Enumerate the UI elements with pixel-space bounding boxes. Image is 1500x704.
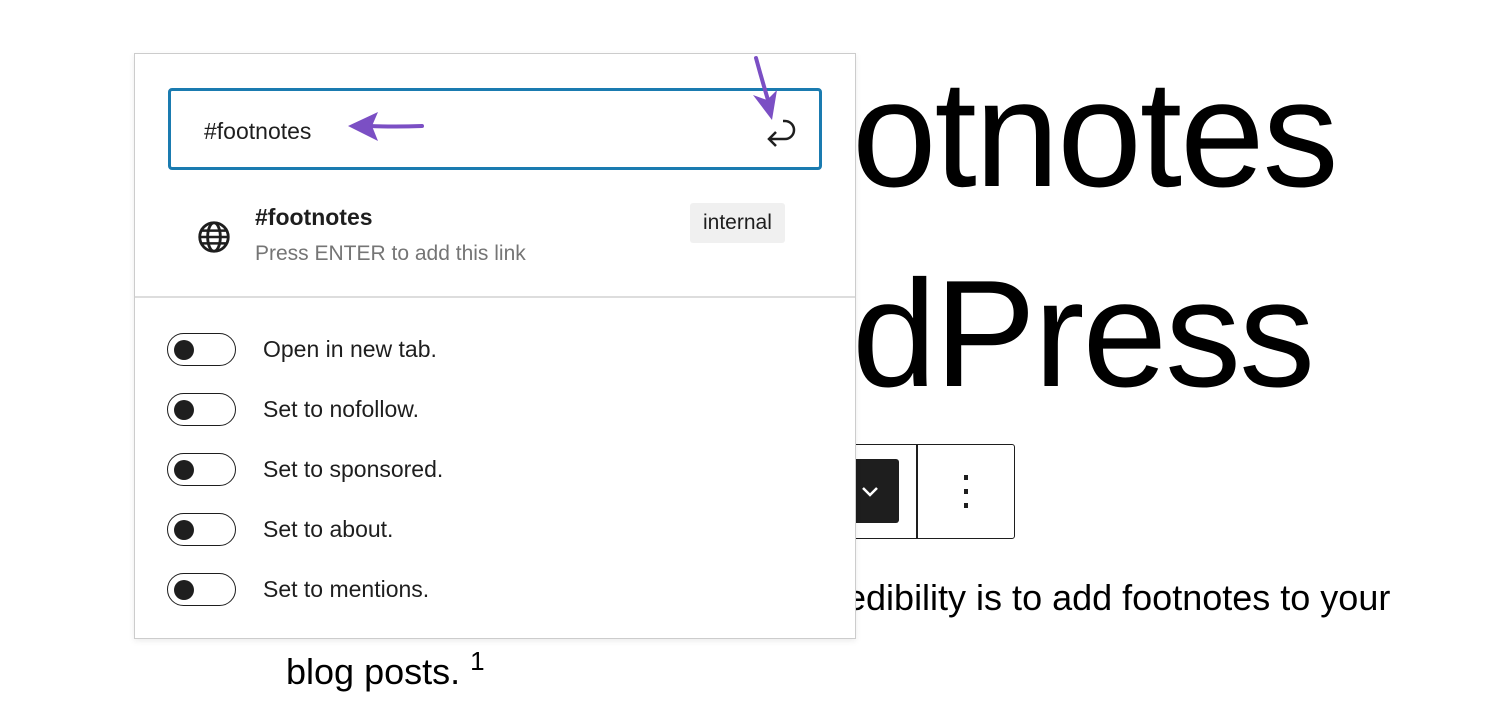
toggle-label: Set to nofollow. (263, 396, 419, 422)
more-options-icon[interactable] (961, 473, 971, 513)
toggle-label: Set to sponsored. (263, 456, 444, 482)
paragraph-line-2: blog posts. 1 (286, 648, 485, 692)
toggle-open-new-tab[interactable]: Open in new tab. (167, 333, 437, 366)
url-input[interactable]: #footnotes (168, 88, 822, 170)
globe-icon (198, 221, 230, 253)
toggle-switch[interactable] (167, 513, 236, 546)
enter-icon[interactable] (763, 113, 803, 153)
divider (135, 296, 855, 298)
internal-badge: internal (690, 203, 785, 243)
paragraph-line-1: edibility is to add footnotes to your (846, 577, 1391, 618)
toggle-mentions[interactable]: Set to mentions. (167, 573, 429, 606)
suggestion-title: #footnotes (255, 204, 373, 230)
toggle-sponsored[interactable]: Set to sponsored. (167, 453, 443, 486)
toggle-label: Set to mentions. (263, 576, 430, 602)
paragraph-text: blog posts. (286, 651, 461, 692)
link-popover: #footnotes #footnotes Press ENTER to add… (134, 53, 856, 639)
url-input-value[interactable]: #footnotes (204, 118, 311, 145)
toggle-switch[interactable] (167, 453, 236, 486)
post-title-line-2: dPress (852, 249, 1315, 419)
toggle-label: Set to about. (263, 516, 394, 542)
suggestion-hint: Press ENTER to add this link (255, 242, 526, 265)
toolbar-divider (916, 445, 918, 538)
toggle-nofollow[interactable]: Set to nofollow. (167, 393, 419, 426)
footnote-reference[interactable]: 1 (470, 646, 484, 676)
toggle-label: Open in new tab. (263, 336, 437, 362)
post-title-line-1: otnotes (852, 49, 1339, 219)
toggle-switch[interactable] (167, 393, 236, 426)
toggle-switch[interactable] (167, 333, 236, 366)
toggle-switch[interactable] (167, 573, 236, 606)
toggle-about[interactable]: Set to about. (167, 513, 393, 546)
